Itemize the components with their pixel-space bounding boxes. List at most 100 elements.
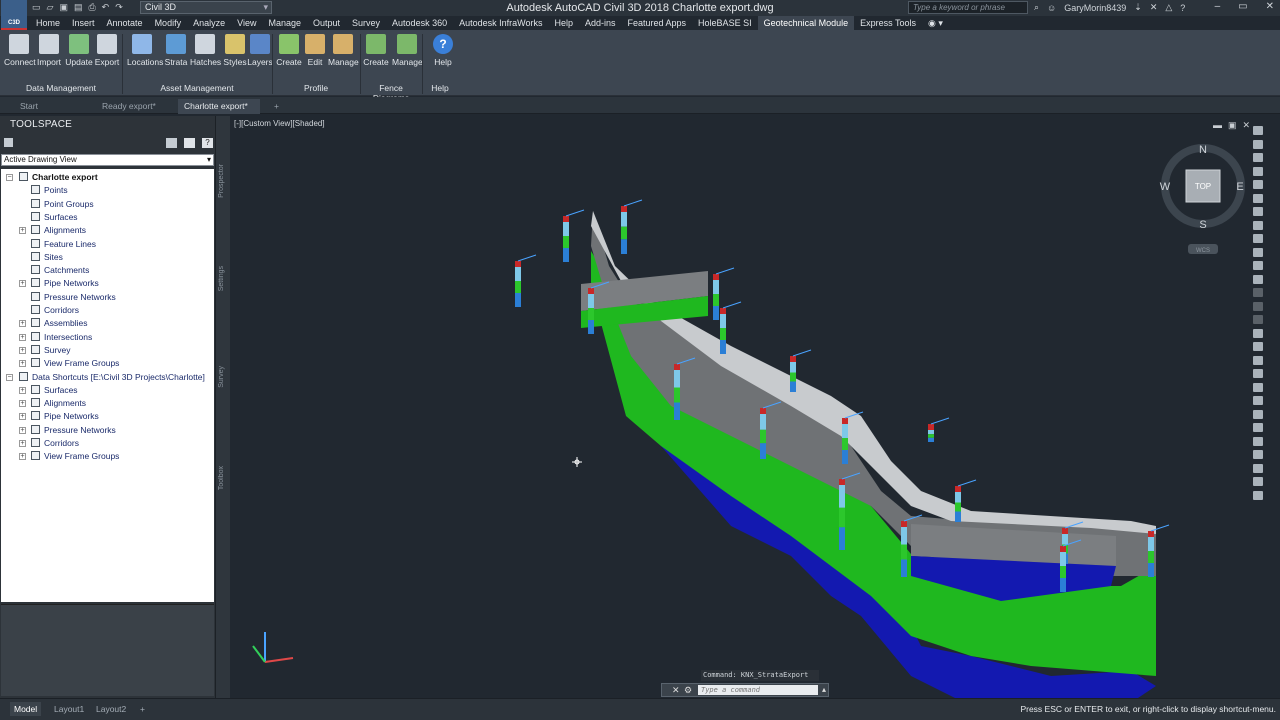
redo-icon[interactable]: ↷	[115, 2, 123, 13]
tree-expander[interactable]: +	[19, 360, 26, 368]
workspace-dropdown[interactable]: Civil 3D	[140, 1, 272, 14]
nav-tool-icon[interactable]	[1253, 166, 1263, 176]
file-tab-1[interactable]: Ready export*	[96, 99, 176, 114]
binoculars-icon[interactable]: ⌕	[1034, 2, 1039, 13]
nav-tool-icon[interactable]	[1253, 477, 1263, 486]
side-tab-prospector[interactable]: Prospector	[218, 164, 225, 198]
chevron-up-icon[interactable]: ▴	[822, 685, 826, 694]
nav-tool-icon[interactable]	[1253, 139, 1263, 149]
nav-tool-icon[interactable]	[1253, 180, 1263, 189]
tree-node[interactable]: Corridors	[31, 304, 79, 317]
ribbon-button-manage-11[interactable]: Manage	[328, 34, 359, 67]
stay-connected-icon[interactable]: △	[1165, 2, 1172, 13]
tree-node[interactable]: Pressure Networks	[31, 291, 116, 304]
nav-tool-icon[interactable]	[1253, 450, 1263, 459]
tree-node[interactable]: Survey	[31, 344, 70, 357]
compass-east[interactable]: E	[1236, 181, 1243, 193]
tree-node[interactable]: Alignments	[31, 397, 86, 410]
nav-tool-icon[interactable]	[1253, 153, 1263, 162]
panel-label-profile[interactable]: Profile	[272, 83, 360, 93]
help-icon[interactable]: ?	[1180, 3, 1185, 13]
tree-node[interactable]: Feature Lines	[31, 238, 96, 251]
nav-tool-icon[interactable]	[1253, 355, 1263, 365]
side-tab-toolbox[interactable]: Toolbox	[218, 466, 225, 490]
nav-tool-icon[interactable]	[1253, 288, 1263, 297]
tree-node[interactable]: Surfaces	[31, 384, 78, 397]
nav-tool-icon[interactable]	[1253, 382, 1263, 392]
tab-geotechnical-module[interactable]: Geotechnical Module	[757, 16, 855, 30]
tree-expander[interactable]: −	[6, 373, 13, 381]
save-icon[interactable]: ▣	[59, 2, 68, 13]
application-menu-button[interactable]: C3D	[1, 0, 27, 30]
file-tab-2[interactable]: Charlotte export*	[178, 99, 260, 114]
side-tab-settings[interactable]: Settings	[218, 266, 225, 291]
print-icon[interactable]: ⎙	[88, 2, 95, 13]
tree-node[interactable]: Surfaces	[31, 211, 78, 224]
nav-tool-icon[interactable]	[1253, 369, 1263, 378]
nav-tool-icon[interactable]	[1253, 315, 1263, 324]
tree-node[interactable]: Point Groups	[31, 198, 94, 211]
nav-tool-icon[interactable]	[1253, 301, 1263, 311]
ribbon-button-manage-13[interactable]: Manage	[392, 34, 423, 67]
tree-node[interactable]: Pipe Networks	[31, 410, 99, 423]
close-icon[interactable]: ✕	[672, 685, 680, 696]
panel-label-asset-management[interactable]: Asset Management	[122, 83, 272, 93]
ribbon-button-create-12[interactable]: Create	[361, 34, 391, 67]
tab-express-tools[interactable]: Express Tools	[854, 16, 922, 30]
user-name[interactable]: GaryMorin8439	[1064, 3, 1126, 13]
side-tab-survey[interactable]: Survey	[218, 366, 225, 388]
tab-output[interactable]: Output	[307, 16, 346, 30]
tab-help[interactable]: Help	[548, 16, 579, 30]
ribbon-button-locations-4[interactable]: Locations	[127, 34, 163, 67]
drawing-viewport[interactable]: [-][Custom View][Shaded] ▬ ▣ ✕ TOP N S E…	[231, 116, 1280, 698]
tree-expander[interactable]: +	[19, 400, 26, 408]
tree-expander[interactable]: +	[19, 280, 26, 288]
list-view-icon[interactable]	[184, 138, 195, 148]
borehole[interactable]	[563, 209, 585, 262]
ribbon-button-export-3[interactable]: Export	[92, 34, 122, 67]
open-icon[interactable]: ▱	[47, 2, 54, 13]
tree-expander[interactable]: +	[19, 227, 26, 235]
tree-node[interactable]: Charlotte export	[19, 171, 98, 184]
cart-icon[interactable]: ⇣	[1134, 2, 1142, 13]
panel-label-data-management[interactable]: Data Management	[0, 83, 122, 93]
tree-expander[interactable]: +	[19, 453, 26, 461]
tree-expander[interactable]: −	[6, 174, 13, 181]
tab-view[interactable]: View	[231, 16, 262, 30]
tab-holebase-si[interactable]: HoleBASE SI	[692, 16, 758, 30]
tree-node[interactable]: Alignments	[31, 224, 86, 237]
ribbon-button-hatches-6[interactable]: Hatches	[190, 34, 221, 67]
nav-tool-icon[interactable]	[1253, 207, 1263, 216]
viewcube[interactable]: TOP N S E W WCS	[1160, 144, 1245, 254]
ribbon-button-layers-8[interactable]: Layers	[245, 34, 275, 67]
tree-node[interactable]: View Frame Groups	[31, 450, 119, 463]
tab-autodesk-360[interactable]: Autodesk 360	[386, 16, 453, 30]
nav-tool-icon[interactable]	[1253, 247, 1263, 257]
ribbon-button-connect-0[interactable]: Connect	[4, 34, 36, 67]
tree-expander[interactable]: +	[19, 320, 26, 328]
nav-tool-icon[interactable]	[1253, 328, 1263, 338]
tree-expander[interactable]: +	[19, 413, 26, 421]
compass-west[interactable]: W	[1160, 181, 1171, 193]
ribbon-button-help-14[interactable]: ? Help	[428, 34, 458, 67]
tree-node[interactable]: Sites	[31, 251, 63, 264]
tab-manage[interactable]: Manage	[262, 16, 307, 30]
tree-node[interactable]: Pressure Networks	[31, 424, 116, 437]
tree-node[interactable]: Pipe Networks	[31, 277, 99, 290]
tab-home[interactable]: Home	[30, 16, 66, 30]
new-icon[interactable]: ▭	[32, 2, 41, 13]
borehole[interactable]	[1148, 524, 1170, 577]
borehole[interactable]	[928, 417, 950, 442]
nav-tool-icon[interactable]	[1253, 126, 1263, 135]
nav-tool-icon[interactable]	[1253, 490, 1263, 500]
add-layout-icon[interactable]: +	[136, 702, 149, 716]
maximize-icon[interactable]: ▭	[1238, 1, 1247, 12]
nav-tool-icon[interactable]	[1253, 274, 1263, 284]
toolspace-menu-icon[interactable]	[4, 138, 13, 147]
tab-analyze[interactable]: Analyze	[187, 16, 231, 30]
ribbon-button-strata-5[interactable]: Strata	[161, 34, 191, 67]
minimize-icon[interactable]: –	[1215, 1, 1221, 12]
tree-expander[interactable]: +	[19, 386, 26, 394]
customize-icon[interactable]: ⚙	[684, 685, 692, 696]
undo-icon[interactable]: ↶	[102, 2, 110, 13]
